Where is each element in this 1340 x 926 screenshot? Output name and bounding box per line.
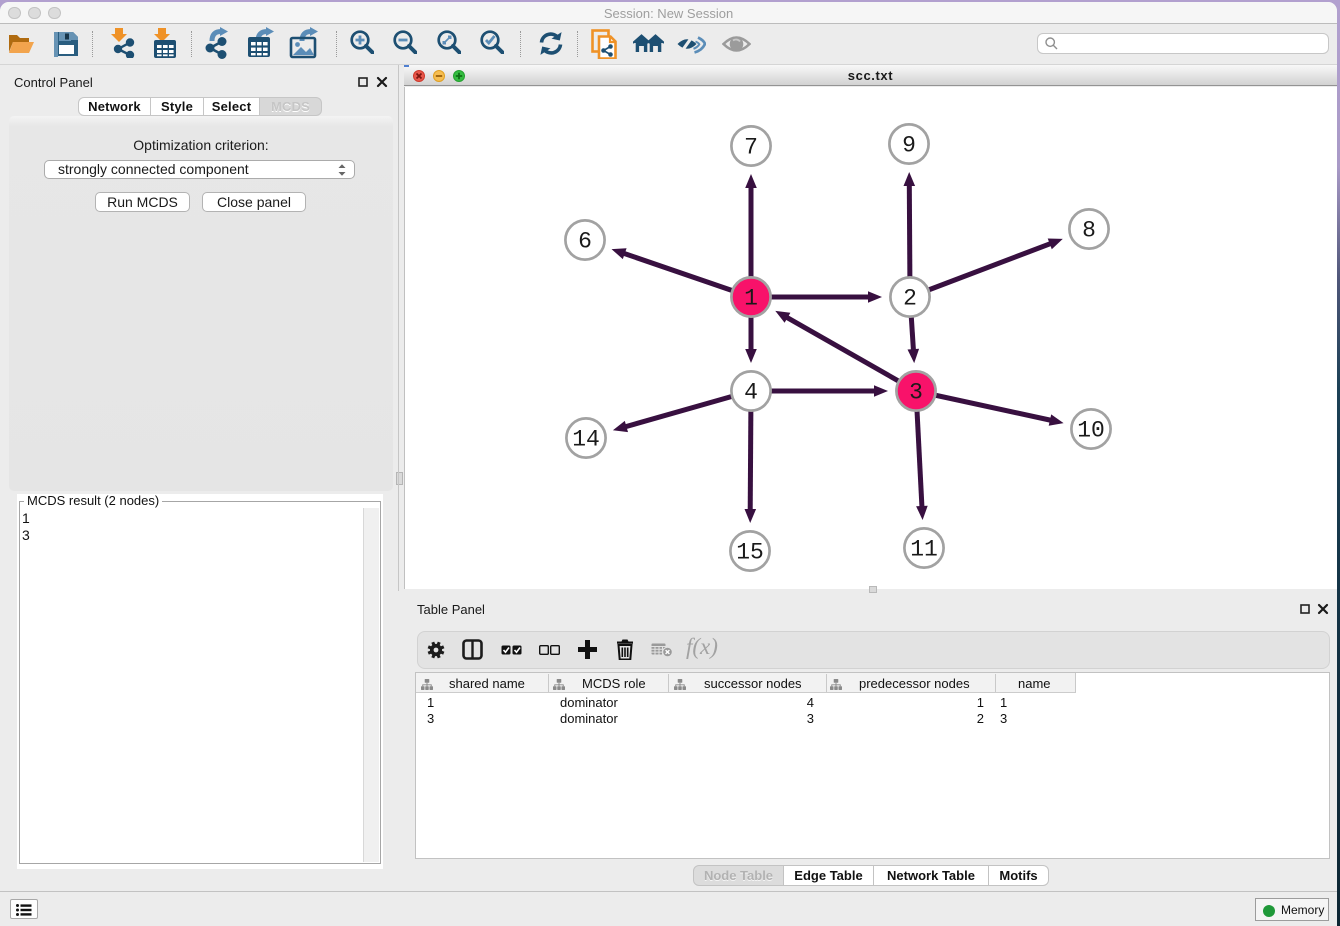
svg-text:10: 10 — [1077, 417, 1105, 443]
svg-text:2: 2 — [903, 285, 917, 311]
svg-text:7: 7 — [744, 134, 758, 160]
svg-text:3: 3 — [909, 379, 923, 405]
svg-text:8: 8 — [1082, 217, 1096, 243]
svg-text:9: 9 — [902, 132, 916, 158]
svg-text:11: 11 — [910, 536, 938, 562]
svg-text:14: 14 — [572, 426, 600, 452]
svg-text:4: 4 — [744, 379, 758, 405]
svg-text:1: 1 — [744, 285, 758, 311]
svg-text:15: 15 — [736, 539, 764, 565]
svg-text:6: 6 — [578, 228, 592, 254]
